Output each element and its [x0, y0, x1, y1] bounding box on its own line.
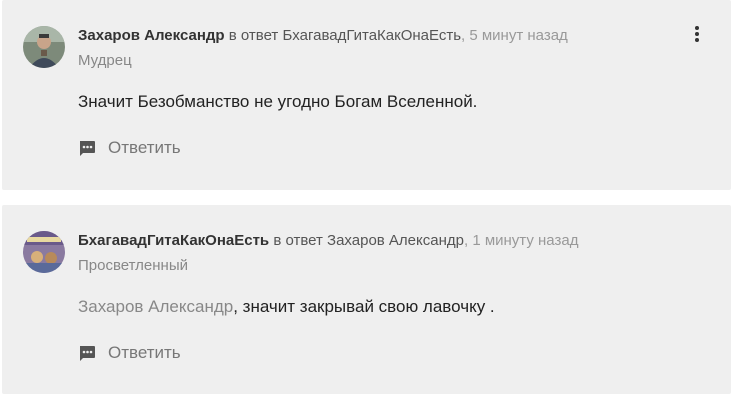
user-avatar-photo: [23, 26, 65, 68]
reply-prefix: в ответ: [224, 27, 283, 44]
author-name[interactable]: БхагавадГитаКакОнаЕсть: [78, 232, 269, 249]
reply-prefix: в ответ: [269, 232, 328, 249]
user-rank: Мудрец: [78, 52, 132, 69]
comment-body: Значит Безобманство не угодно Богам Всел…: [78, 92, 478, 111]
comment-body: , значит закрывай свою лавочку .: [233, 297, 495, 316]
reply-label: Ответить: [108, 138, 181, 157]
reply-label: Ответить: [108, 343, 181, 362]
comment-icon: [80, 346, 95, 361]
comment-text: Захаров Александр, значит закрывай свою …: [78, 297, 495, 317]
comment-meta: БхагавадГитаКакОнаЕсть в ответ Захаров А…: [78, 232, 578, 249]
comment-icon: [80, 141, 95, 156]
comment-card: Захаров Александр в ответ БхагавадГитаКа…: [2, 0, 731, 190]
more-vertical-icon[interactable]: [687, 24, 707, 48]
comment-card: БхагавадГитаКакОнаЕсть в ответ Захаров А…: [2, 205, 731, 394]
book-cover-avatar: [23, 231, 65, 273]
comment-time: , 1 минуту назад: [463, 232, 579, 249]
mention-link[interactable]: Захаров Александр: [78, 297, 233, 316]
reply-button[interactable]: Ответить: [78, 341, 181, 365]
reply-to-link[interactable]: БхагавадГитаКакОнаЕсть: [282, 27, 461, 44]
user-rank: Просветленный: [78, 257, 188, 274]
avatar[interactable]: [23, 26, 65, 68]
avatar[interactable]: [23, 231, 65, 273]
comment-text: Значит Безобманство не угодно Богам Всел…: [78, 92, 477, 112]
reply-button[interactable]: Ответить: [78, 136, 181, 160]
comment-meta: Захаров Александр в ответ БхагавадГитаКа…: [78, 27, 568, 44]
reply-to-link[interactable]: Захаров Александр: [327, 232, 464, 249]
author-name[interactable]: Захаров Александр: [78, 27, 225, 44]
comment-time: , 5 минут назад: [461, 27, 568, 44]
